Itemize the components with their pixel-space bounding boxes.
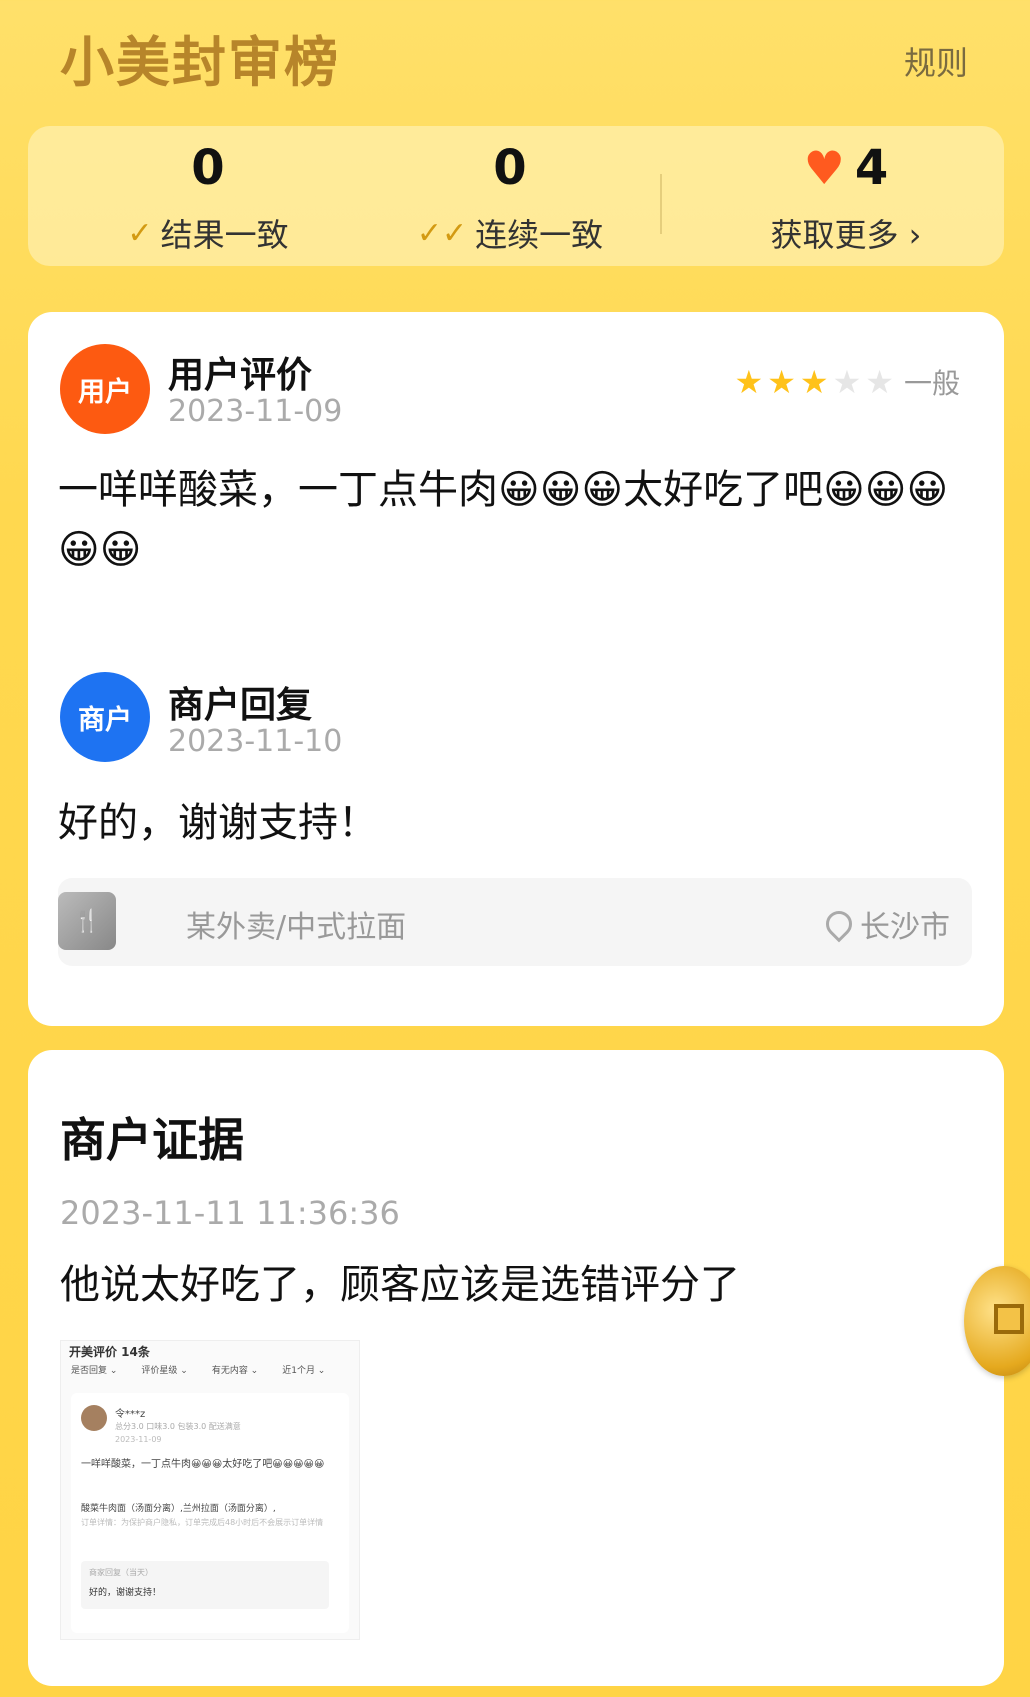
- thumb-filter: 是否回复 ⌄: [71, 1366, 118, 1376]
- thumb-user: 令***z: [115, 1409, 146, 1420]
- stats-divider: [660, 174, 662, 234]
- merchant-reply-date: 2023-11-10: [168, 724, 343, 759]
- evidence-text: 他说太好吃了，顾客应该是选错评分了: [60, 1262, 740, 1308]
- stat-hearts[interactable]: ♥ 4 获取更多 ›: [716, 138, 976, 256]
- thumb-reply-header: 商家回复（当天）: [89, 1568, 153, 1577]
- star-icon: ★: [865, 363, 894, 401]
- shop-location: 长沙市: [820, 902, 950, 946]
- star-icon: ★: [767, 363, 796, 401]
- rules-link[interactable]: 规则: [904, 38, 968, 84]
- shop-category: 某外卖/中式拉面: [186, 910, 407, 945]
- star-icon: ★: [799, 363, 829, 401]
- evidence-time: 2023-11-11 11:36:36: [60, 1194, 400, 1232]
- stat-consistent-value: 0: [191, 140, 225, 196]
- stat-consistent-result: 0 ✓ 结果一致: [78, 138, 338, 256]
- thumb-filter: 近1个月 ⌄: [282, 1366, 326, 1376]
- check-icon: ✓: [127, 215, 153, 251]
- thumb-filters: 是否回复 ⌄ 评价星级 ⌄ 有无内容 ⌄ 近1个月 ⌄: [71, 1363, 325, 1376]
- rating-text: 一般: [903, 367, 960, 400]
- user-review-title: 用户评价: [168, 355, 313, 396]
- thumb-reply-box: 商家回复（当天） 好的，谢谢支持！: [81, 1561, 329, 1609]
- thumb-header: 开美评价 14条: [69, 1345, 150, 1359]
- star-icon: ★: [832, 363, 862, 401]
- page-title: 小美封审榜: [60, 30, 340, 94]
- stat-consecutive-label: 连续一致: [475, 216, 604, 254]
- heart-icon: ♥: [803, 141, 845, 195]
- thumb-dish: 酸菜牛肉面（汤面分离）,兰州拉面（汤面分离）,: [81, 1504, 276, 1514]
- evidence-title: 商户证据: [60, 1113, 244, 1167]
- shop-icon: 🍴: [58, 892, 116, 950]
- avatar: [81, 1405, 107, 1431]
- double-check-icon: ✓✓: [416, 215, 468, 251]
- thumb-review: 一咩咩酸菜，一丁点牛肉😀😀😀太好吃了吧😀😀😀😀😀: [81, 1459, 325, 1470]
- stat-consistent-label: 结果一致: [160, 216, 289, 254]
- user-review-date: 2023-11-09: [168, 394, 343, 429]
- merchant-reply-title: 商户回复: [168, 685, 313, 726]
- thumb-note: 订单详情：为保护商户隐私，订单完成后48小时后不会展示订单详情: [81, 1518, 324, 1527]
- merchant-avatar: 商户: [60, 672, 150, 762]
- star-icon: ★: [734, 363, 764, 401]
- header: 小美封审榜 规则: [0, 0, 1030, 120]
- stats-panel: 0 ✓ 结果一致 0 ✓✓ 连续一致 ♥ 4 获取更多 ›: [28, 126, 1004, 266]
- thumb-date: 2023-11-09: [115, 1435, 162, 1444]
- user-review-text: 一咩咩酸菜，一丁点牛肉😀😀😀太好吃了吧😀😀😀😀😀: [58, 467, 949, 573]
- evidence-screenshot[interactable]: 开美评价 14条 是否回复 ⌄ 评价星级 ⌄ 有无内容 ⌄ 近1个月 ⌄ 令**…: [60, 1340, 360, 1640]
- stat-consecutive-value: 0: [493, 140, 527, 196]
- thumb-review-card: 令***z 总分3.0 口味3.0 包装3.0 配送满意 2023-11-09 …: [71, 1393, 349, 1633]
- thumb-reply-text: 好的，谢谢支持！: [89, 1588, 162, 1598]
- location-pin-icon: [820, 905, 858, 943]
- user-avatar: 用户: [60, 344, 150, 434]
- thumb-filter: 评价星级 ⌄: [141, 1366, 188, 1376]
- get-more-link[interactable]: 获取更多 ›: [771, 210, 922, 256]
- stat-consecutive: 0 ✓✓ 连续一致: [380, 138, 640, 256]
- thumb-meta: 总分3.0 口味3.0 包装3.0 配送满意: [115, 1422, 241, 1431]
- thumb-filter: 有无内容 ⌄: [211, 1366, 259, 1376]
- review-card: 用户 用户评价 2023-11-09 ★ ★ ★ ★ ★ 一般 一咩咩酸菜，一丁…: [28, 312, 1004, 1026]
- evidence-card: 商户证据 2023-11-11 11:36:36 他说太好吃了，顾客应该是选错评…: [28, 1050, 1004, 1686]
- shop-location-text: 长沙市: [860, 910, 950, 945]
- merchant-reply-text: 好的，谢谢支持！: [58, 800, 378, 846]
- rating-stars: ★ ★ ★ ★ ★ 一般: [735, 362, 960, 402]
- stat-hearts-value: 4: [854, 140, 889, 196]
- shop-info-bar[interactable]: 🍴 某外卖/中式拉面 长沙市: [58, 878, 972, 966]
